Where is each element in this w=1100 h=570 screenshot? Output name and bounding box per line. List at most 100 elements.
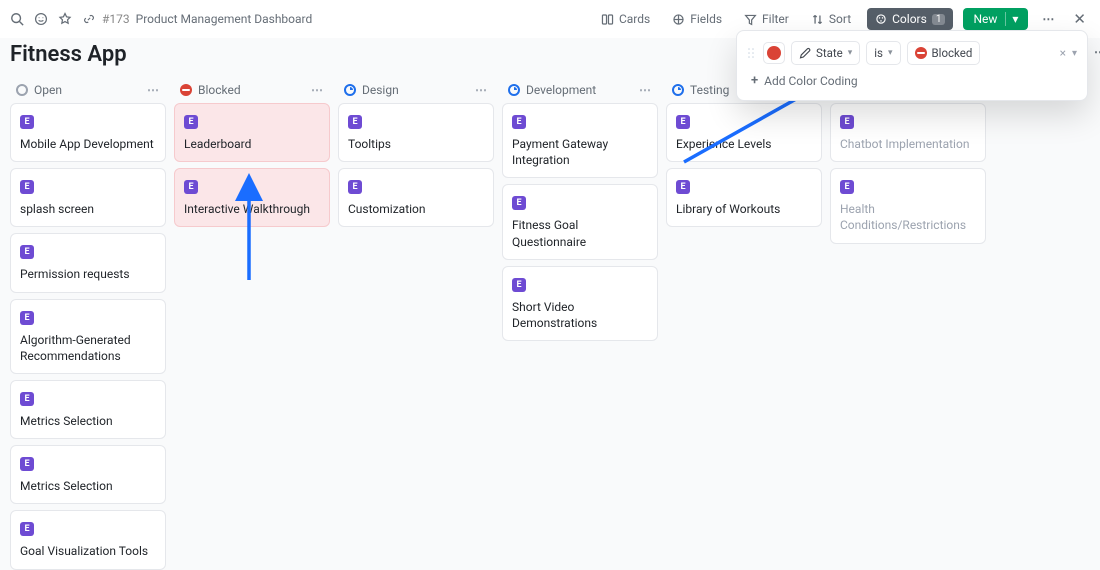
kanban-board: Open ⋯ E Mobile App Development Esplash sc… (0, 77, 1100, 570)
chevron-down-icon[interactable]: ▾ (1005, 12, 1018, 26)
card-title: Mobile App Development (20, 136, 156, 152)
field-select[interactable]: State ▾ (791, 41, 860, 65)
link-icon (82, 12, 96, 26)
column-title: Testing (690, 83, 729, 97)
column-title: Blocked (198, 83, 241, 97)
card-title: Leaderboard (184, 136, 320, 152)
column-header[interactable]: Design ⋯ (338, 77, 494, 103)
chevron-down-icon: ▾ (848, 48, 853, 58)
column-more-icon[interactable]: ⋯ (475, 83, 488, 97)
column-header[interactable]: Development ⋯ (502, 77, 658, 103)
chevron-down-icon[interactable]: ▾ (1072, 48, 1077, 59)
column-more-icon[interactable]: ⋯ (311, 83, 324, 97)
popover-more-icon[interactable]: ⋯ (1090, 41, 1100, 63)
kanban-card[interactable]: E Short Video Demonstrations (502, 266, 658, 341)
kanban-card[interactable]: E Algorithm-Generated Recommendations (10, 299, 166, 374)
kanban-card[interactable]: E Fitness Goal Questionnaire (502, 184, 658, 259)
column-title: Design (362, 83, 399, 97)
column-title: Development (526, 83, 596, 97)
status-open-icon (16, 84, 28, 96)
card-title: Customization (348, 201, 484, 217)
column-open: Open ⋯ E Mobile App Development Esplash sc… (10, 77, 166, 570)
column-more-icon[interactable]: ⋯ (147, 83, 160, 97)
fields-button[interactable]: Fields (666, 8, 728, 30)
epic-tag: E (676, 115, 690, 129)
chevron-down-icon: ▾ (888, 48, 893, 58)
card-title: Fitness Goal Questionnaire (512, 217, 648, 249)
value-select[interactable]: Blocked (907, 41, 981, 65)
kanban-card[interactable]: E Customization (338, 168, 494, 227)
plus-icon: + (751, 73, 758, 88)
epic-tag: E (20, 180, 34, 194)
kanban-card[interactable]: E Experience Levels (666, 103, 822, 162)
breadcrumb-title[interactable]: Product Management Dashboard (136, 12, 313, 26)
column-blocked: Blocked ⋯ ELeaderboard E Interactive Walkt… (174, 77, 330, 227)
column-header[interactable]: Blocked ⋯ (174, 77, 330, 103)
epic-tag: E (184, 180, 198, 194)
status-progress-icon (344, 84, 356, 96)
epic-tag: E (348, 180, 362, 194)
color-rule-row: State ▾ is ▾ Blocked × ▾ (747, 41, 1077, 65)
column-more-icon[interactable]: ⋯ (639, 83, 652, 97)
kanban-card[interactable]: E Mobile App Development (10, 103, 166, 162)
kanban-card[interactable]: E Metrics Selection (10, 380, 166, 439)
color-swatch-select[interactable] (763, 42, 785, 64)
epic-tag: E (20, 311, 34, 325)
card-title: Algorithm-Generated Recommendations (20, 332, 156, 364)
cards-toggle[interactable]: Cards (595, 8, 656, 30)
operator-select[interactable]: is ▾ (866, 41, 900, 65)
kanban-card[interactable]: Esplash screen (10, 168, 166, 227)
column-header[interactable]: Open ⋯ (10, 77, 166, 103)
epic-tag: E (676, 180, 690, 194)
epic-tag: E (840, 115, 854, 129)
card-title: Chatbot Implementation (840, 136, 976, 152)
card-title: Tooltips (348, 136, 484, 152)
card-title: Goal Visualization Tools (20, 543, 156, 559)
kanban-card[interactable]: E Goal Visualization Tools (10, 510, 166, 569)
epic-tag: E (840, 180, 854, 194)
close-icon[interactable]: ✕ (1069, 6, 1090, 32)
drag-handle-icon[interactable] (747, 46, 757, 60)
card-title: Metrics Selection (20, 478, 156, 494)
epic-tag: E (512, 196, 526, 210)
swatch-dot (767, 46, 781, 60)
kanban-card[interactable]: ETooltips (338, 103, 494, 162)
card-title: Payment Gateway Integration (512, 136, 648, 168)
breadcrumb: #173 Product Management Dashboard (82, 12, 312, 26)
epic-tag: E (512, 115, 526, 129)
filter-button[interactable]: Filter (738, 8, 795, 30)
epic-tag: E (20, 115, 34, 129)
rule-actions: × ▾ (1060, 46, 1077, 60)
card-title: Short Video Demonstrations (512, 299, 648, 331)
epic-tag: E (20, 522, 34, 536)
new-button[interactable]: New ▾ (963, 8, 1028, 30)
clear-rule-icon[interactable]: × (1060, 46, 1066, 60)
card-title: Metrics Selection (20, 413, 156, 429)
issue-ref[interactable]: #173 (102, 12, 130, 26)
kanban-card[interactable]: EMetrics Selection (10, 445, 166, 504)
kanban-card[interactable]: EHealth Conditions/Restrictions (830, 168, 986, 243)
status-progress-icon (672, 84, 684, 96)
card-title: Permission requests (20, 266, 156, 282)
colors-button[interactable]: Colors 1 (867, 8, 953, 30)
color-coding-popover: State ▾ is ▾ Blocked × ▾ ⋯ + Add Color C… (736, 30, 1088, 101)
column-design: Design ⋯ ETooltips E Customization (338, 77, 494, 227)
add-color-rule-button[interactable]: + Add Color Coding (747, 65, 1077, 90)
card-title: Interactive Walkthrough (184, 201, 320, 217)
sort-button[interactable]: Sort (805, 8, 857, 30)
epic-tag: E (20, 392, 34, 406)
more-button[interactable]: ⋯ (1038, 8, 1059, 30)
kanban-card[interactable]: ELeaderboard (174, 103, 330, 162)
epic-tag: E (512, 278, 526, 292)
status-blocked-icon (180, 84, 192, 96)
kanban-card[interactable]: E Payment Gateway Integration (502, 103, 658, 178)
kanban-card[interactable]: ELibrary of Workouts (666, 168, 822, 227)
kanban-card[interactable]: E Interactive Walkthrough (174, 168, 330, 227)
kanban-card[interactable]: E Permission requests (10, 233, 166, 292)
card-title: Experience Levels (676, 136, 812, 152)
search-icon[interactable] (10, 12, 24, 26)
kanban-card[interactable]: E Chatbot Implementation (830, 103, 986, 162)
smiley-icon[interactable] (34, 12, 48, 26)
epic-tag: E (20, 245, 34, 259)
star-icon[interactable] (58, 12, 72, 26)
